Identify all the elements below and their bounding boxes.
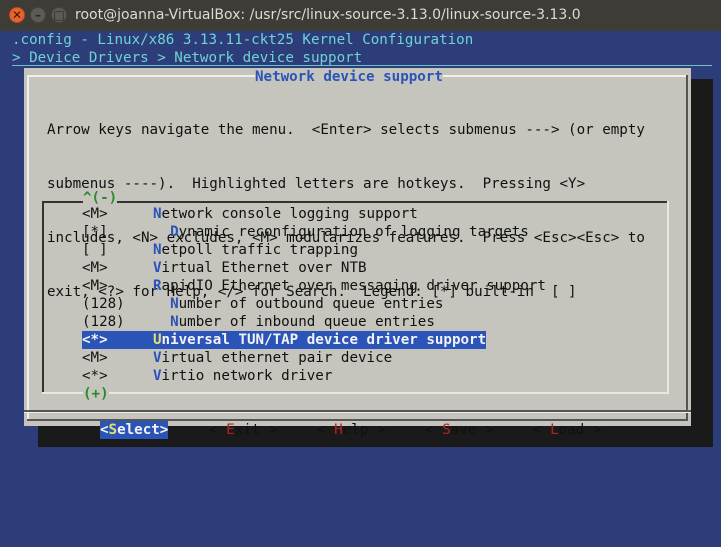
help-line: submenus ----). Highlighted letters are … xyxy=(47,176,586,192)
menu-item-state: (128) xyxy=(82,296,125,312)
save-button[interactable]: < Save > xyxy=(425,421,493,439)
load-button[interactable]: < Load > xyxy=(533,421,601,439)
menu-item-state: <M> xyxy=(82,206,108,222)
menu-item-hotkey: D xyxy=(170,224,179,240)
maximize-window-button[interactable]: □ xyxy=(51,7,67,23)
menu-item-indent xyxy=(153,224,170,240)
menu-item-hotkey: R xyxy=(153,278,162,294)
menuconfig-dialog: Network device support Arrow keys naviga… xyxy=(24,68,691,439)
menu-item-indent xyxy=(153,314,170,330)
dialog-shadow-right xyxy=(691,79,713,447)
menu-item[interactable]: <*> Virtio network driver xyxy=(82,367,332,385)
minimize-icon: – xyxy=(35,8,41,22)
button-bar: <Select> < Exit > < Help > < Save > < Lo… xyxy=(24,421,691,439)
menu-item-label: irtual ethernet pair device xyxy=(161,350,393,366)
menu-item-label: irtio network driver xyxy=(161,368,333,384)
terminal-area: .config - Linux/x86 3.13.11-ckt25 Kernel… xyxy=(0,31,721,464)
exit-button[interactable]: < Exit > xyxy=(209,421,277,439)
list-border xyxy=(42,392,669,394)
menu-item-state: [ ] xyxy=(82,242,108,258)
menu-item-hotkey: N xyxy=(153,242,162,258)
list-border xyxy=(42,201,669,203)
menu-item[interactable]: <*> Universal TUN/TAP device driver suppo… xyxy=(82,331,487,349)
menu-item-label: ynamic reconfiguration of logging target… xyxy=(178,224,529,240)
minimize-window-button[interactable]: – xyxy=(30,7,46,23)
menu-item-state: [*] xyxy=(82,224,108,240)
menu-item-state: (128) xyxy=(82,314,125,330)
menu-item[interactable]: [*] Dynamic reconfiguration of logging t… xyxy=(82,223,529,241)
menu-item[interactable]: [ ] Netpoll traffic trapping xyxy=(82,241,358,259)
header-rule xyxy=(12,65,712,66)
menu-item-state: <M> xyxy=(82,350,108,366)
help-button[interactable]: < Help > xyxy=(317,421,385,439)
menu-item-hotkey: V xyxy=(153,368,162,384)
menu-item-hotkey: V xyxy=(153,350,162,366)
menu-item-hotkey: N xyxy=(170,296,179,312)
window-titlebar: ✕ – □ root@joanna-VirtualBox: /usr/src/l… xyxy=(0,0,721,31)
menu-item-label: etwork console logging support xyxy=(161,206,418,222)
menu-item-label: niversal TUN/TAP device driver support xyxy=(161,332,487,348)
menu-item[interactable]: <M> RapidIO Ethernet over messaging drive… xyxy=(82,277,546,295)
menu-item[interactable]: <M> Virtual Ethernet over NTB xyxy=(82,259,367,277)
menu-item-state: <M> xyxy=(82,278,108,294)
menu-item-hotkey: N xyxy=(170,314,179,330)
menu-item[interactable]: (128) Number of inbound queue entries xyxy=(82,313,435,331)
select-button[interactable]: <Select> xyxy=(100,421,169,439)
dialog-title: Network device support xyxy=(255,68,443,86)
window-title: root@joanna-VirtualBox: /usr/src/linux-s… xyxy=(75,7,581,23)
menu-item-hotkey: N xyxy=(153,206,162,222)
scroll-down-indicator[interactable]: (+) xyxy=(83,385,109,403)
dialog-border xyxy=(27,75,29,421)
list-border xyxy=(667,201,669,394)
menu-item[interactable]: <M> Virtual ethernet pair device xyxy=(82,349,392,367)
list-border xyxy=(42,201,44,394)
menu-item-label: apidIO Ethernet over messaging driver su… xyxy=(161,278,546,294)
config-title: .config - Linux/x86 3.13.11-ckt25 Kernel… xyxy=(12,32,474,48)
menu-item-state: <*> xyxy=(82,332,108,348)
menu-item-label: etpoll traffic trapping xyxy=(161,242,359,258)
menu-item-indent xyxy=(153,296,170,312)
menu-item-state: <*> xyxy=(82,368,108,384)
menu-item[interactable]: (128) Number of outbound queue entries xyxy=(82,295,443,313)
menu-item-state: <M> xyxy=(82,260,108,276)
menu-item[interactable]: <M> Network console logging support xyxy=(82,205,418,223)
button-separator xyxy=(24,412,691,413)
maximize-icon: □ xyxy=(53,8,65,22)
menu-item-label: irtual Ethernet over NTB xyxy=(161,260,367,276)
close-window-button[interactable]: ✕ xyxy=(9,7,25,23)
close-icon: ✕ xyxy=(11,8,23,22)
menu-item-hotkey: U xyxy=(153,332,162,348)
help-line: Arrow keys navigate the menu. <Enter> se… xyxy=(47,122,645,138)
menu-item-label: umber of inbound queue entries xyxy=(178,314,435,330)
menu-item-label: umber of outbound queue entries xyxy=(178,296,444,312)
dialog-border xyxy=(686,75,688,421)
menu-item-hotkey: V xyxy=(153,260,162,276)
